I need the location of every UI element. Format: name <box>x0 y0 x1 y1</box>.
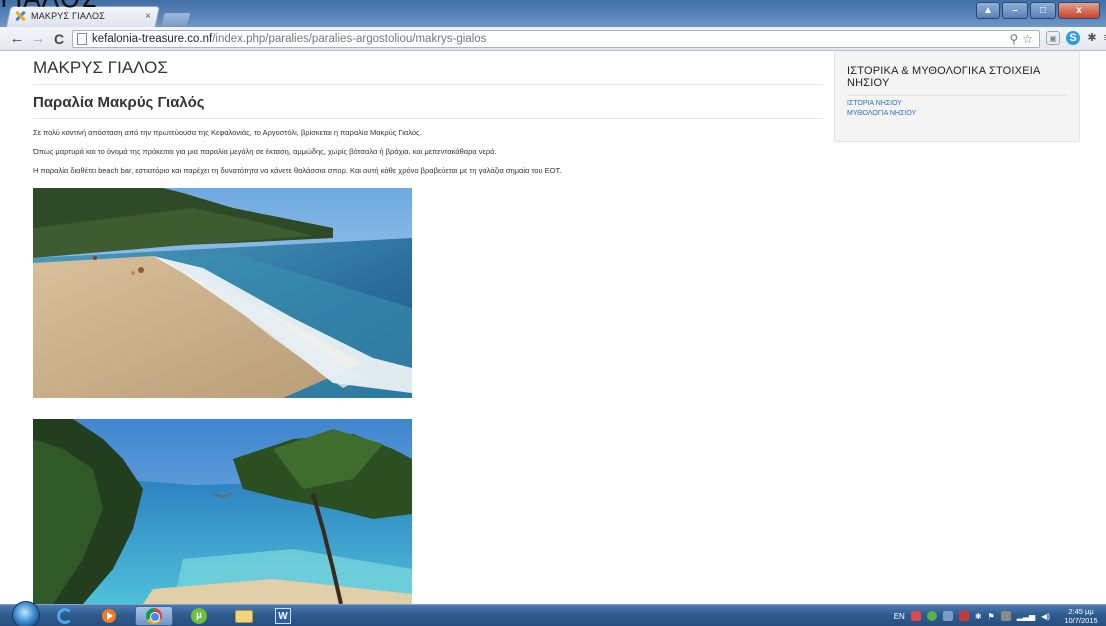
utorrent-icon[interactable]: µ <box>180 606 218 626</box>
clock-time: 2:45 μμ <box>1068 607 1094 616</box>
beach-photo-waves <box>33 188 412 398</box>
tray-app-icon[interactable] <box>942 611 953 621</box>
article-paragraph: Όπως μαρτυρά και το όνομά της πρόκειται … <box>33 147 497 156</box>
network-signal-icon[interactable]: ▂▃▅ <box>1017 612 1035 621</box>
url-path: /index.php/paralies/paralies-argostoliou… <box>212 33 487 45</box>
word-icon[interactable]: W <box>264 606 302 626</box>
bookmark-star-icon[interactable]: ☆ <box>1022 32 1033 46</box>
internet-explorer-icon[interactable] <box>46 606 84 626</box>
url-host: kefalonia-treasure.co.nf <box>92 33 213 45</box>
sidebar-link-history[interactable]: ΙΣΤΟΡΙΑ ΝΗΣΙΟΥ <box>847 99 1067 108</box>
minimize-button[interactable]: – <box>1002 2 1028 19</box>
chrome-icon[interactable] <box>135 606 173 626</box>
tray-app-icon[interactable] <box>926 611 937 621</box>
sidebar-heading: ΙΣΤΟΡΙΚΑ & ΜΥΘΟΛΟΓΙΚΑ ΣΤΟΙΧΕΙΑ ΝΗΣΙΟΥ <box>847 65 1067 96</box>
menu-icon[interactable]: ≡ <box>1100 31 1106 45</box>
start-button[interactable] <box>12 601 40 626</box>
address-bar[interactable]: kefalonia-treasure.co.nf /index.php/para… <box>72 30 1040 48</box>
system-tray: EN ✱ ⚑ ▂▃▅ ◀) 2:45 μμ 10/7/2015 <box>894 605 1102 626</box>
reload-icon[interactable]: C <box>50 30 68 48</box>
sidebar-link-mythology[interactable]: ΜΥΘΟΛΟΓΙΑ ΝΗΣΙΟΥ <box>847 109 1067 118</box>
tray-app-icon[interactable] <box>958 611 969 621</box>
back-arrow-icon[interactable]: ← <box>8 30 26 48</box>
window-controls: ▲ – □ x <box>976 2 1100 19</box>
flag-icon[interactable]: ⚑ <box>988 612 995 621</box>
close-window-button[interactable]: x <box>1058 2 1100 19</box>
tray-app-icon[interactable] <box>1000 611 1011 621</box>
clock[interactable]: 2:45 μμ 10/7/2015 <box>1060 607 1102 625</box>
article: ΜΑΚΡΥΣ ΓΙΑΛΟΣ Παραλία Μακρύς Γιαλός Σε π… <box>33 57 823 176</box>
media-player-icon[interactable] <box>90 606 128 626</box>
new-tab-button[interactable] <box>160 12 192 26</box>
page-icon <box>77 33 87 45</box>
browser-toolbar: ← → C kefalonia-treasure.co.nf /index.ph… <box>0 27 1106 51</box>
sidebar-module: ΙΣΤΟΡΙΚΑ & ΜΥΘΟΛΟΓΙΚΑ ΣΤΟΙΧΕΙΑ ΝΗΣΙΟΥ ΙΣ… <box>834 51 1080 142</box>
tray-app-icon[interactable] <box>910 611 921 621</box>
extension-puzzle-icon[interactable]: ✱ <box>1085 31 1099 45</box>
overlay-stray-text: ΓΙΑΛΟΣ <box>0 0 98 14</box>
extension-page-icon[interactable]: ▣ <box>1046 31 1060 45</box>
maximize-button[interactable]: □ <box>1030 2 1056 19</box>
tab-close-icon[interactable]: × <box>142 11 154 22</box>
browser-title-bar: ΜΑΚΡΥΣ ΓΙΑΛΟΣ × ▲ – □ x <box>0 0 1106 27</box>
article-paragraph: Σε πολύ κοντινή απόσταση από την πρωτεύο… <box>33 128 422 137</box>
page-title: ΜΑΚΡΥΣ ΓΙΑΛΟΣ <box>33 57 823 85</box>
bluetooth-icon[interactable]: ✱ <box>975 612 982 621</box>
volume-icon[interactable]: ◀) <box>1041 612 1050 621</box>
language-indicator[interactable]: EN <box>894 612 905 621</box>
windows-taskbar: µ W EN ✱ ⚑ ▂▃▅ ◀) 2:45 μμ 10/7/2015 <box>0 601 1106 626</box>
beach-photo-bay <box>33 419 412 604</box>
article-title: Παραλία Μακρύς Γιαλός <box>33 93 823 119</box>
skype-extension-icon[interactable]: S <box>1066 31 1080 45</box>
user-profile-icon[interactable]: ▲ <box>976 2 1000 19</box>
zoom-search-icon[interactable]: ⚲ <box>1009 32 1018 46</box>
article-paragraph: Η παραλία διαθέτει beach bar, εστιατόριο… <box>33 166 562 175</box>
file-explorer-icon[interactable] <box>225 606 263 626</box>
forward-arrow-icon[interactable]: → <box>29 30 47 48</box>
web-page: ΜΑΚΡΥΣ ΓΙΑΛΟΣ Παραλία Μακρύς Γιαλός Σε π… <box>0 51 1106 604</box>
clock-date: 10/7/2015 <box>1064 616 1098 625</box>
word-label: W <box>275 608 291 624</box>
